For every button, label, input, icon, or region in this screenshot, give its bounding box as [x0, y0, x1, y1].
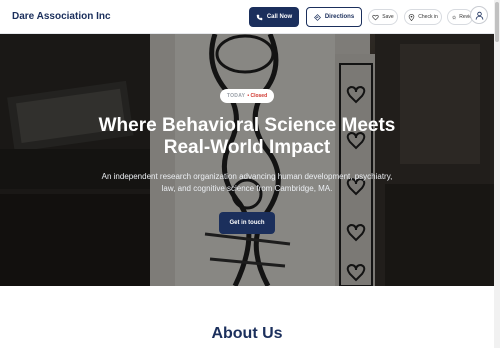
hero-overlay [0, 34, 494, 286]
reviews-button[interactable]: Revie [447, 9, 473, 25]
site-header: Dare Association Inc Call Now Directions… [0, 0, 494, 34]
directions-icon [313, 13, 321, 21]
call-now-label: Call Now [266, 14, 293, 20]
about-section-title: About Us [211, 325, 283, 342]
check-in-button[interactable]: Check in [404, 9, 442, 25]
get-in-touch-button[interactable]: Get in touch [219, 212, 275, 234]
scrollbar-thumb[interactable] [495, 2, 499, 42]
save-button[interactable]: Save [368, 9, 398, 25]
star-icon [452, 14, 457, 19]
directions-label: Directions [324, 14, 355, 20]
hero-title-line-1: Where Behavioral Science Meets [98, 115, 396, 136]
hero-section: TODAY • Closed Where Behavioral Science … [0, 34, 494, 286]
user-avatar-button[interactable] [470, 6, 488, 24]
hero-title-line-2: Real-World Impact [163, 137, 331, 158]
check-in-label: Check in [418, 14, 438, 20]
hero-subtitle-line-1: An independent research organization adv… [101, 172, 393, 181]
save-label: Save [382, 14, 394, 20]
directions-button[interactable]: Directions [306, 7, 362, 27]
phone-icon [256, 14, 263, 20]
brand-name[interactable]: Dare Association Inc [12, 11, 111, 22]
call-now-button[interactable]: Call Now [249, 7, 299, 27]
hero-title: Where Behavioral Science Meets Real-Worl… [47, 115, 447, 159]
heart-icon [372, 14, 379, 20]
page-scrollbar[interactable] [494, 0, 500, 348]
hero-subtitle: An independent research organization adv… [77, 171, 417, 195]
user-icon [475, 11, 483, 20]
status-closed-label: • Closed [247, 93, 268, 99]
status-today-label: TODAY [226, 93, 246, 99]
hours-status-badge: TODAY • Closed [220, 89, 274, 103]
hero-subtitle-line-2: law, and cognitive science from Cambridg… [161, 184, 333, 193]
location-pin-icon [409, 13, 415, 21]
